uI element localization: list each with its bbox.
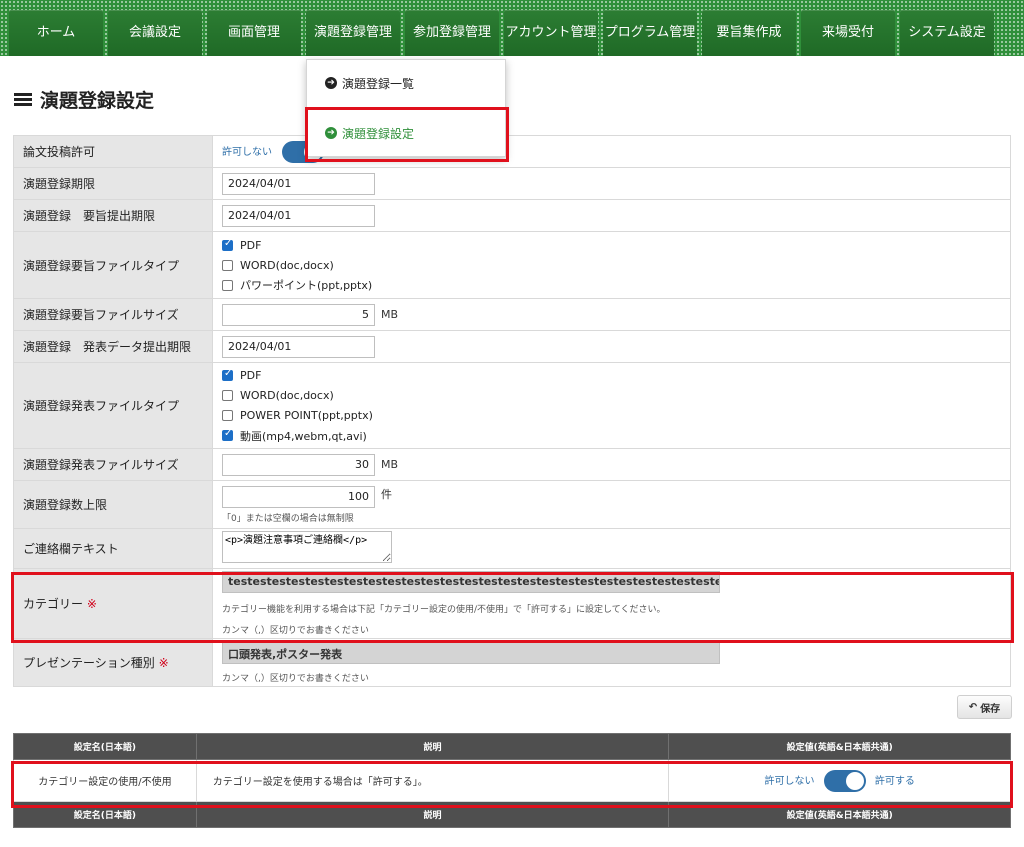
abstract-pdf-label: PDF <box>240 238 262 252</box>
nav-account-management[interactable]: アカウント管理 <box>504 10 598 56</box>
row-presentation-kind: プレゼンテーション種別 ※ 口頭発表,ポスター発表 カンマ（,）区切りでお書きく… <box>13 638 1011 687</box>
nav-home[interactable]: ホーム <box>9 10 103 56</box>
presentation-size-input[interactable]: 30 <box>222 453 375 476</box>
presentation-size-unit: MB <box>381 457 399 471</box>
presentation-ppt-label: POWER POINT(ppt,pptx) <box>240 409 373 422</box>
save-button-label: 保存 <box>980 703 1001 715</box>
row-presentation-deadline: 演題登録 発表データ提出期限 2024/04/01 <box>13 330 1011 363</box>
row-deadline: 演題登録期限 2024/04/01 <box>13 167 1011 200</box>
label-presentation-types: 演題登録発表ファイルタイプ <box>13 362 213 449</box>
header-setting-name: 設定名(日本語) <box>13 733 197 760</box>
label-presentation-deadline: 演題登録 発表データ提出期限 <box>13 330 213 363</box>
limit-input[interactable]: 100 <box>222 485 375 508</box>
abstract-word-checkbox[interactable] <box>222 259 233 271</box>
abstract-size-unit: MB <box>381 307 399 321</box>
abstract-word-label: WORD(doc,docx) <box>240 258 334 272</box>
nav-system-settings[interactable]: システム設定 <box>900 10 994 56</box>
presentation-word-label: WORD(doc,docx) <box>240 389 334 402</box>
highlight-box-dropdown <box>305 107 509 162</box>
label-abstract-deadline: 演題登録 要旨提出期限 <box>13 199 213 232</box>
presentation-kind-input[interactable]: 口頭発表,ポスター発表 <box>222 641 720 664</box>
presentation-kind-note: カンマ（,）区切りでお書きください <box>222 673 369 684</box>
label-presentation-size: 演題登録発表ファイルサイズ <box>13 448 213 481</box>
settings-header-row: 設定名(日本語) 説明 設定値(英語&日本語共通) <box>13 733 1011 760</box>
label-abstract-size: 演題登録要旨ファイルサイズ <box>13 298 213 331</box>
deadline-input[interactable]: 2024/04/01 <box>222 172 375 195</box>
page-title: 演題登録設定 <box>14 86 154 113</box>
nav-abstract-book[interactable]: 要旨集作成 <box>702 10 796 56</box>
abstract-size-input[interactable]: 5 <box>222 303 375 326</box>
presentation-pdf-checkbox[interactable] <box>222 368 233 381</box>
label-paper-permit: 論文投稿許可 <box>13 135 213 168</box>
row-abstract-deadline: 演題登録 要旨提出期限 2024/04/01 <box>13 199 1011 232</box>
presentation-pdf-label: PDF <box>240 369 262 382</box>
label-presentation-kind: プレゼンテーション種別 <box>23 656 155 670</box>
presentation-word-checkbox[interactable] <box>222 390 233 401</box>
header-description: 説明 <box>195 733 670 760</box>
top-navbar: ホーム 会議設定 画面管理 演題登録管理 参加登録管理 アカウント管理 プログラ… <box>0 0 1024 56</box>
page-title-text: 演題登録設定 <box>40 90 155 112</box>
limit-unit: 件 <box>381 487 392 501</box>
presentation-ppt-checkbox[interactable] <box>222 410 233 421</box>
label-abstract-types: 演題登録要旨ファイルタイプ <box>13 231 213 299</box>
arrow-right-circle-icon: ➔ <box>325 77 337 89</box>
save-button[interactable]: ↶ 保存 <box>957 695 1012 719</box>
header-setting-value: 設定値(英語&日本語共通) <box>668 733 1011 760</box>
presentation-video-checkbox[interactable] <box>222 428 233 441</box>
label-limit: 演題登録数上限 <box>13 480 213 529</box>
highlight-box-category <box>11 572 1014 643</box>
nav-abstract-management[interactable]: 演題登録管理 <box>306 10 400 56</box>
nav-registration-management[interactable]: 参加登録管理 <box>405 10 499 56</box>
presentation-deadline-input[interactable]: 2024/04/01 <box>222 335 375 358</box>
row-presentation-types: 演題登録発表ファイルタイプ PDF WORD(doc,docx) POWER P… <box>13 362 1011 449</box>
row-abstract-size: 演題登録要旨ファイルサイズ 5 MB <box>13 298 1011 331</box>
contact-textarea[interactable]: <p>演題注意事項ご連絡欄</p> <box>222 531 392 563</box>
nav-screen-management[interactable]: 画面管理 <box>207 10 301 56</box>
row-limit: 演題登録数上限 100 件 「0」または空欄の場合は無制限 <box>13 480 1011 529</box>
row-abstract-types: 演題登録要旨ファイルタイプ PDF WORD(doc,docx) パワーポイント… <box>13 231 1011 299</box>
limit-note: 「0」または空欄の場合は無制限 <box>222 513 354 524</box>
row-contact: ご連絡欄テキスト <p>演題注意事項ご連絡欄</p> <box>13 528 1011 569</box>
highlight-box-settings-row <box>11 761 1013 808</box>
abstract-ppt-label: パワーポイント(ppt,pptx) <box>240 279 373 292</box>
abstract-ppt-checkbox[interactable] <box>222 279 233 291</box>
presentation-kind-required-mark: ※ <box>158 656 169 670</box>
label-contact: ご連絡欄テキスト <box>13 528 213 569</box>
nav-reception[interactable]: 来場受付 <box>801 10 895 56</box>
label-deadline: 演題登録期限 <box>13 167 213 200</box>
undo-arrow-icon: ↶ <box>968 701 978 713</box>
list-icon <box>14 92 32 107</box>
presentation-video-label: 動画(mp4,webm,qt,avi) <box>240 429 367 443</box>
dropdown-item-abstract-list[interactable]: ➔ 演題登録一覧 <box>307 60 507 106</box>
nav-program-management[interactable]: プログラム管理 <box>603 10 697 56</box>
row-presentation-size: 演題登録発表ファイルサイズ 30 MB <box>13 448 1011 481</box>
nav-conference-settings[interactable]: 会議設定 <box>108 10 202 56</box>
abstract-deadline-input[interactable]: 2024/04/01 <box>222 204 375 227</box>
abstract-pdf-checkbox[interactable] <box>222 238 233 251</box>
paper-permit-off-label: 許可しない <box>222 146 272 158</box>
row-paper-permit: 論文投稿許可 許可しない <box>13 135 1011 168</box>
dropdown-item-abstract-list-label: 演題登録一覧 <box>342 76 415 91</box>
